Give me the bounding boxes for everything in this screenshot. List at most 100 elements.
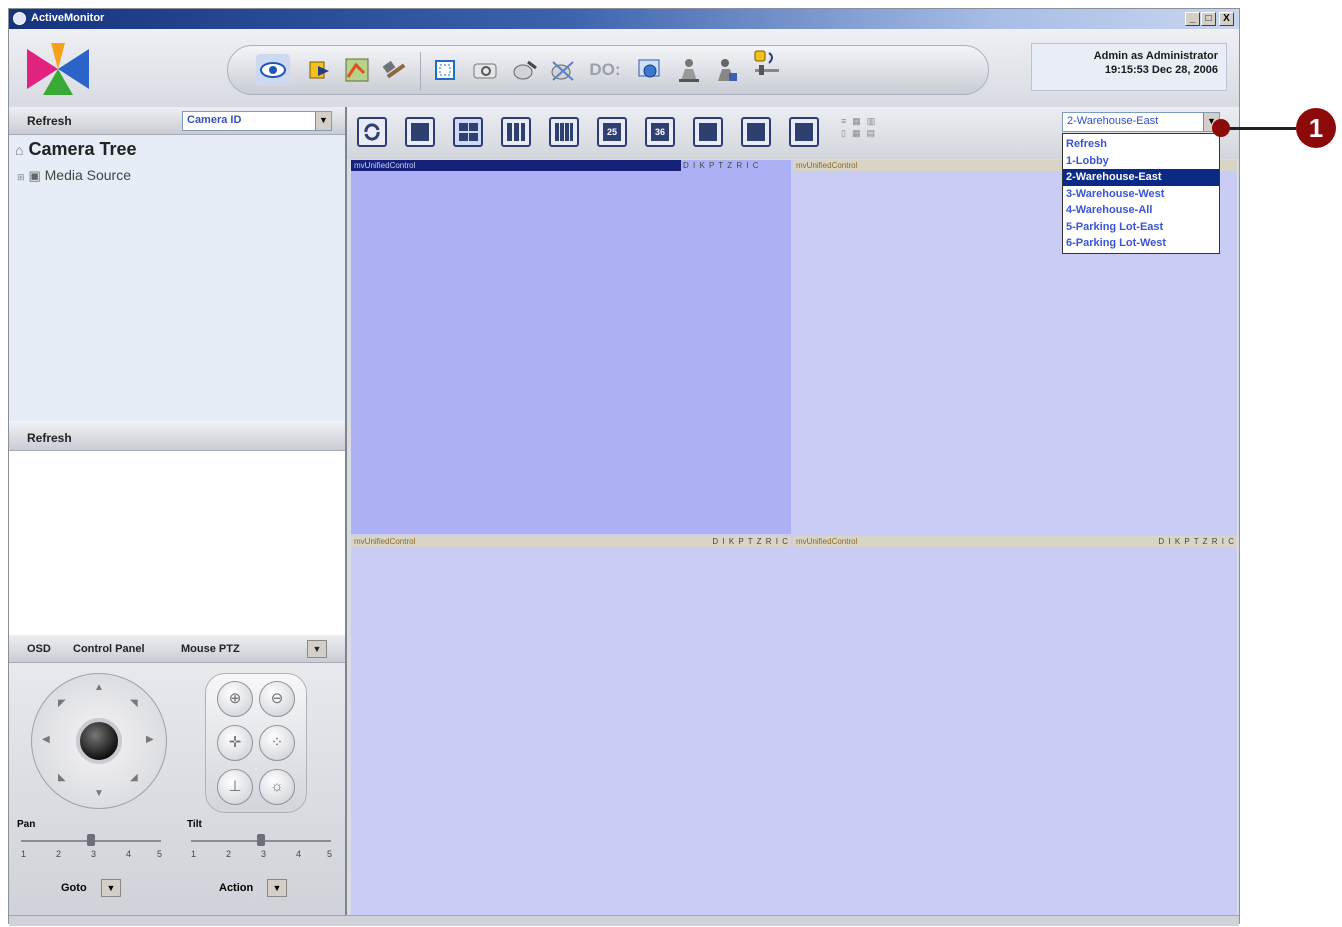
arrow-left-icon[interactable]: ◀ bbox=[42, 734, 50, 745]
dropdown-option[interactable]: 3-Warehouse-West bbox=[1063, 186, 1219, 203]
layout-2x2-button[interactable] bbox=[453, 117, 483, 147]
pan-slider-thumb[interactable] bbox=[87, 834, 95, 846]
pan-tick: 2 bbox=[56, 849, 62, 859]
playback-icon[interactable] bbox=[302, 54, 336, 86]
arrow-right-icon[interactable]: ▶ bbox=[146, 734, 154, 745]
pan-tick: 5 bbox=[157, 849, 163, 859]
arrow-down-icon[interactable]: ▼ bbox=[94, 788, 104, 799]
focus-far-icon[interactable]: ⁘ bbox=[259, 725, 295, 761]
tilt-tick: 2 bbox=[226, 849, 232, 859]
dropdown-option[interactable]: 5-Parking Lot-East bbox=[1063, 219, 1219, 236]
second-toolbar: Refresh bbox=[9, 423, 345, 451]
zoom-in-icon[interactable]: ⊕ bbox=[217, 681, 253, 717]
layout-1plus12-button[interactable] bbox=[789, 117, 819, 147]
pan-tick: 3 bbox=[91, 849, 97, 859]
user-label: Admin as Administrator bbox=[1093, 50, 1218, 62]
camera-select[interactable]: 2-Warehouse-East ▼ bbox=[1062, 112, 1220, 132]
window-title: ActiveMonitor bbox=[31, 12, 105, 24]
viewport-controls[interactable]: D I K P T Z R I C bbox=[1158, 536, 1235, 547]
chevron-down-icon[interactable]: ▼ bbox=[315, 112, 331, 130]
dropdown-option-selected[interactable]: 2-Warehouse-East bbox=[1063, 169, 1219, 186]
tree-item-media-source[interactable]: ⊞ ▣ Media Source bbox=[17, 167, 131, 184]
tree-root[interactable]: ⌂ Camera Tree bbox=[15, 139, 137, 160]
layout-36-label: 36 bbox=[651, 123, 669, 141]
layout-25-button[interactable]: 25 bbox=[597, 117, 627, 147]
dropdown-option[interactable]: 4-Warehouse-All bbox=[1063, 202, 1219, 219]
tree-item-label: Media Source bbox=[44, 167, 132, 183]
datetime-label: 19:15:53 Dec 28, 2006 bbox=[1104, 64, 1218, 76]
tools-icon[interactable] bbox=[378, 54, 412, 86]
viewport-4[interactable]: mvUnifiedControl D I K P T Z R I C bbox=[793, 536, 1237, 915]
arrow-up-right-icon[interactable]: ◥ bbox=[130, 698, 138, 709]
map-icon[interactable] bbox=[340, 54, 374, 86]
layout-3x3-button[interactable] bbox=[501, 117, 531, 147]
action-select[interactable]: ▼ bbox=[267, 879, 287, 897]
ptz-joystick[interactable]: ▲ ▼ ◀ ▶ ◤ ◥ ◣ ◢ bbox=[31, 673, 167, 809]
close-button[interactable]: X bbox=[1219, 12, 1234, 26]
minimize-button[interactable]: _ bbox=[1185, 12, 1200, 26]
viewport-1[interactable]: mvUnifiedControl D I K P T Z R I C bbox=[351, 160, 791, 534]
snapshot-icon[interactable] bbox=[468, 54, 502, 86]
tab-mouse-ptz[interactable]: Mouse PTZ bbox=[181, 643, 240, 655]
viewport-controls[interactable]: D I K P T Z R I C bbox=[712, 536, 789, 547]
audio-icon[interactable] bbox=[750, 48, 784, 80]
pan-label: Pan bbox=[17, 819, 36, 830]
zoom-out-icon[interactable]: ⊖ bbox=[259, 681, 295, 717]
tab-osd[interactable]: OSD bbox=[27, 643, 51, 655]
camera-id-select-value: Camera ID bbox=[187, 114, 242, 126]
cycle-layout-button[interactable] bbox=[357, 117, 387, 147]
layout-1x1-button[interactable] bbox=[405, 117, 435, 147]
camera-tree-toolbar: Refresh Camera ID ▼ bbox=[9, 107, 345, 135]
chevron-down-icon[interactable]: ▼ bbox=[307, 640, 327, 658]
arrow-down-left-icon[interactable]: ◣ bbox=[58, 772, 66, 783]
tilt-slider-thumb[interactable] bbox=[257, 834, 265, 846]
joystick-knob[interactable] bbox=[76, 718, 122, 764]
arrow-up-icon[interactable]: ▲ bbox=[94, 682, 104, 693]
record-icon[interactable] bbox=[508, 54, 542, 86]
focus-near-icon[interactable]: ✛ bbox=[217, 725, 253, 761]
viewport-3[interactable]: mvUnifiedControl D I K P T Z R I C bbox=[351, 536, 791, 915]
digital-output-icon[interactable]: DO: bbox=[588, 54, 622, 86]
layout-1plus5-button[interactable] bbox=[693, 117, 723, 147]
viewport-controls[interactable]: D I K P T Z R I C bbox=[683, 160, 760, 171]
small-layout-icons[interactable]: ≡▦▥ ▯▦▤ bbox=[841, 115, 911, 151]
ptz-operator-icon[interactable] bbox=[672, 54, 706, 86]
main-toolbar: DO: bbox=[227, 45, 989, 95]
tab-control-panel[interactable]: Control Panel bbox=[73, 643, 145, 655]
settings-icon[interactable] bbox=[632, 54, 666, 86]
stop-record-icon[interactable] bbox=[546, 54, 580, 86]
info-panel bbox=[9, 451, 345, 635]
tilt-tick: 3 bbox=[261, 849, 267, 859]
status-bar bbox=[9, 915, 1239, 926]
arrow-down-right-icon[interactable]: ◢ bbox=[130, 772, 138, 783]
viewport-label: mvUnifiedControl bbox=[351, 160, 681, 171]
camera-dropdown-list: Refresh 1-Lobby 2-Warehouse-East 3-Wareh… bbox=[1062, 133, 1220, 254]
layout-1plus7-button[interactable] bbox=[741, 117, 771, 147]
refresh-button[interactable]: Refresh bbox=[27, 114, 72, 128]
user-status-box: Admin as Administrator 19:15:53 Dec 28, … bbox=[1031, 43, 1227, 91]
expand-icon[interactable]: ⊞ bbox=[17, 172, 25, 182]
camera-id-select[interactable]: Camera ID ▼ bbox=[182, 111, 332, 131]
fullscreen-icon[interactable] bbox=[428, 54, 462, 86]
callout-dot bbox=[1212, 119, 1230, 137]
refresh-button-2[interactable]: Refresh bbox=[27, 431, 72, 445]
live-view-icon[interactable] bbox=[256, 54, 290, 86]
digital-output-label: DO: bbox=[589, 60, 621, 79]
camera-tree-icon: ⌂ bbox=[15, 142, 24, 158]
callout-line bbox=[1228, 127, 1296, 130]
ptz-user-icon[interactable] bbox=[710, 54, 744, 86]
goto-label: Goto bbox=[61, 882, 87, 894]
iris-open-icon[interactable]: ☼ bbox=[259, 769, 295, 805]
pan-tick: 1 bbox=[21, 849, 27, 859]
goto-select[interactable]: ▼ bbox=[101, 879, 121, 897]
layout-4x4-button[interactable] bbox=[549, 117, 579, 147]
layout-36-button[interactable]: 36 bbox=[645, 117, 675, 147]
dropdown-option[interactable]: 6-Parking Lot-West bbox=[1063, 235, 1219, 252]
maximize-button[interactable]: □ bbox=[1201, 12, 1216, 26]
arrow-up-left-icon[interactable]: ◤ bbox=[58, 698, 66, 709]
dropdown-option[interactable]: 1-Lobby bbox=[1063, 153, 1219, 170]
iris-close-icon[interactable]: ⊥ bbox=[217, 769, 253, 805]
left-panel: Refresh Camera ID ▼ ⌂ Camera Tree ⊞ ▣ Me… bbox=[9, 107, 347, 915]
app-logo-icon bbox=[27, 43, 89, 95]
dropdown-option[interactable]: Refresh bbox=[1063, 136, 1219, 153]
